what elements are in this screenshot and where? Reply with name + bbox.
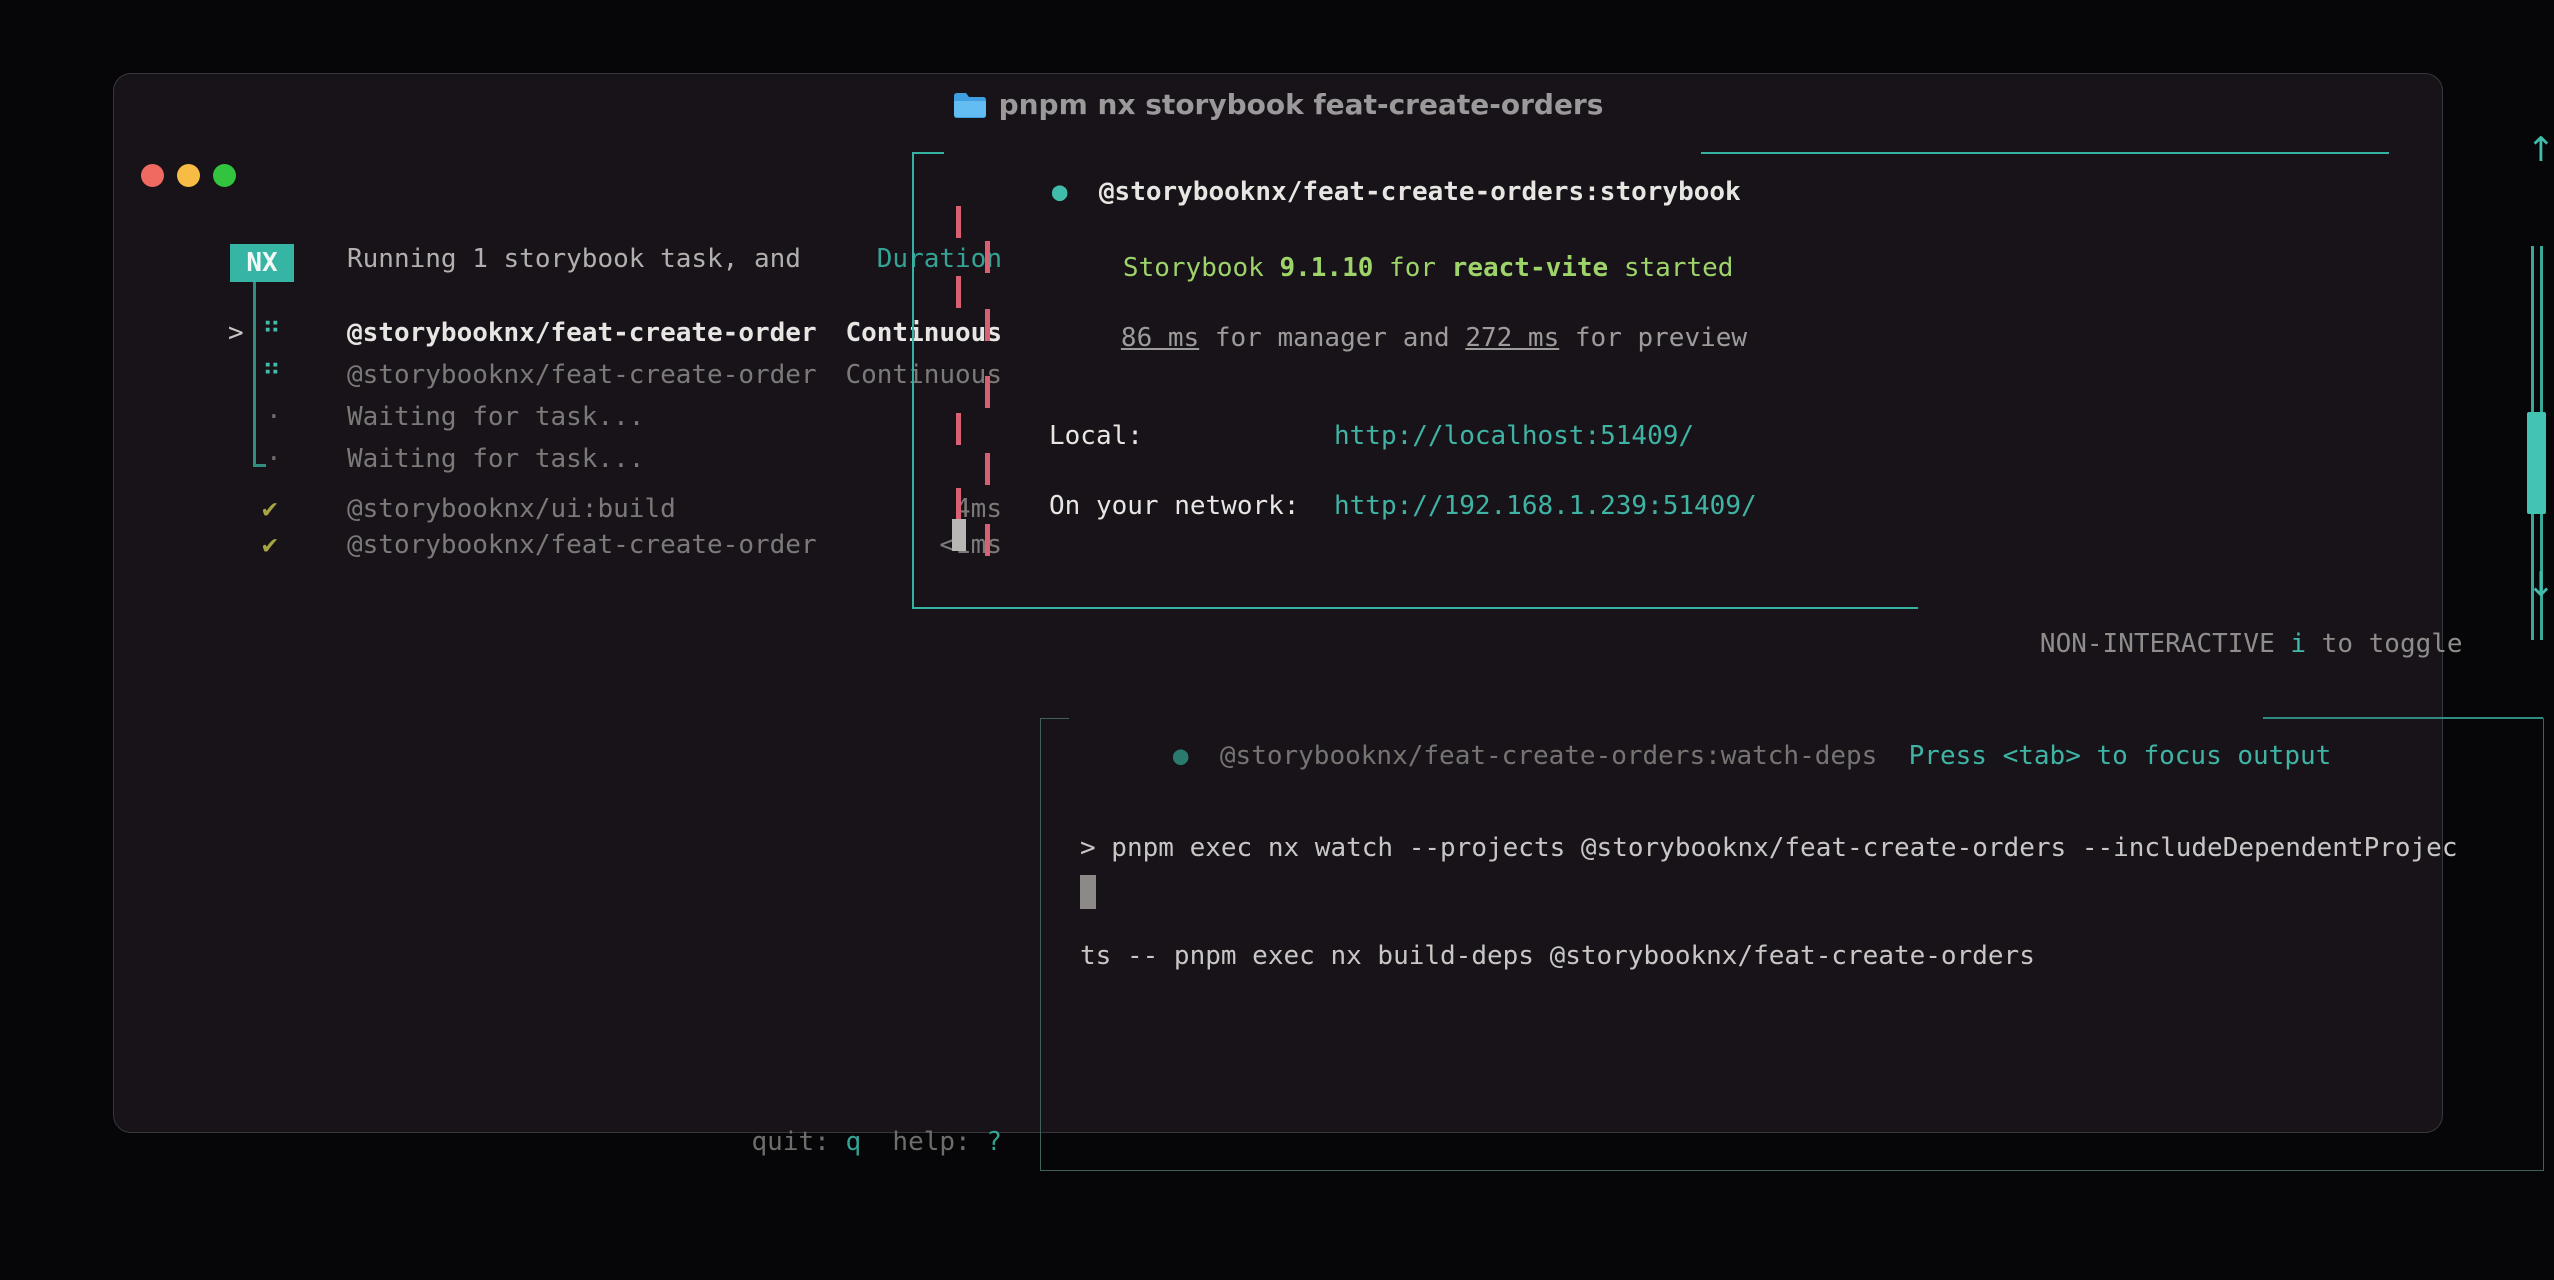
storybook-box-border-bottom: [912, 607, 1918, 609]
check-icon: ✔: [262, 524, 278, 566]
terminal-window: pnpm nx storybook feat-create-orders NX …: [113, 73, 2443, 1133]
spinner-icon: ⠛: [262, 354, 281, 396]
task-duration: <1ms: [939, 524, 1002, 566]
task-row-done[interactable]: ✔ @storybooknx/ui:build 4ms: [114, 488, 1002, 524]
task-row[interactable]: · Waiting for task...: [114, 396, 1002, 438]
storybook-box-border-top: [1701, 152, 2389, 154]
task-name: @storybooknx/feat-create-order: [347, 312, 817, 354]
quit-label: quit:: [752, 1127, 846, 1157]
folder-icon: [953, 91, 987, 119]
storybook-box-border-top-stub: [912, 152, 944, 154]
task-row-done[interactable]: ✔ @storybooknx/feat-create-order <1ms: [114, 524, 1002, 560]
task-row[interactable]: ⠛ @storybooknx/feat-create-order Continu…: [114, 312, 1002, 354]
watch-deps-pane: ● @storybooknx/feat-create-orders:watch-…: [1040, 718, 2544, 1171]
quit-key: q: [845, 1127, 861, 1157]
task-name: @storybooknx/feat-create-order: [347, 354, 817, 396]
scroll-down-arrow[interactable]: ↓: [2525, 568, 2554, 602]
output-gutter-bar: [956, 413, 961, 445]
tasks-header: Running 1 storybook task, and: [347, 238, 801, 280]
local-url-link[interactable]: http://localhost:51409/: [1334, 415, 1694, 457]
terminal-cursor: [1080, 875, 1096, 909]
output-gutter-bar: [956, 206, 961, 238]
output-gutter-bar: [985, 241, 990, 273]
window-title: pnpm nx storybook feat-create-orders: [999, 88, 1604, 121]
network-url-link[interactable]: http://192.168.1.239:51409/: [1334, 485, 1757, 527]
task-status: Continuous: [845, 354, 1002, 396]
output-gutter-bar: [956, 488, 961, 520]
output-gutter-bar: [985, 376, 990, 408]
watch-box-border-top-right: [2263, 717, 2543, 719]
task-name: Waiting for task...: [347, 438, 644, 480]
command-line: ts -- pnpm exec nx build-deps @storybook…: [1080, 938, 2458, 974]
scrollbar-thumb[interactable]: [2527, 412, 2546, 514]
running-bullet-icon: ●: [1052, 177, 1068, 207]
task-name: Waiting for task...: [347, 396, 644, 438]
toggle-key: i: [2290, 629, 2306, 659]
tasks-pane: NX > Running 1 storybook task, and Durat…: [114, 74, 912, 1132]
pending-dot-icon: ·: [266, 438, 282, 480]
task-status: Continuous: [845, 312, 1002, 354]
output-gutter-bar: [985, 453, 990, 485]
storybook-timing-line: 86 ms for manager and 272 ms for preview: [1027, 275, 1747, 401]
storybook-pane-title: @storybooknx/feat-create-orders:storyboo…: [1099, 177, 1741, 207]
terminal-cursor: [952, 519, 966, 551]
storybook-box-border-left: [912, 153, 914, 608]
interactive-toggle-hint: NON-INTERACTIVE i to toggle: [1946, 590, 2463, 626]
task-row[interactable]: ⠛ @storybooknx/feat-create-order Continu…: [114, 354, 1002, 396]
watch-command-output: > pnpm exec nx watch --projects @storybo…: [1080, 758, 2458, 1046]
watch-deps-header: ● @storybooknx/feat-create-orders:watch-…: [1069, 699, 2341, 737]
task-row[interactable]: · Waiting for task...: [114, 438, 1002, 480]
output-gutter-bar: [985, 524, 990, 556]
pending-dot-icon: ·: [266, 396, 282, 438]
command-line: > pnpm exec nx watch --projects @storybo…: [1080, 830, 2458, 866]
output-gutter-bar: [985, 309, 990, 341]
task-name: @storybooknx/feat-create-order: [347, 524, 817, 566]
local-label: Local:: [1049, 415, 1143, 457]
network-label: On your network:: [1049, 485, 1299, 527]
spinner-icon: ⠛: [262, 312, 281, 354]
output-gutter-bar: [956, 276, 961, 308]
scroll-up-arrow[interactable]: ↑: [2525, 133, 2554, 167]
keybind-footer: quit: q help: ?: [114, 1079, 1002, 1205]
help-label: help:: [861, 1127, 986, 1157]
help-key: ?: [986, 1127, 1002, 1157]
